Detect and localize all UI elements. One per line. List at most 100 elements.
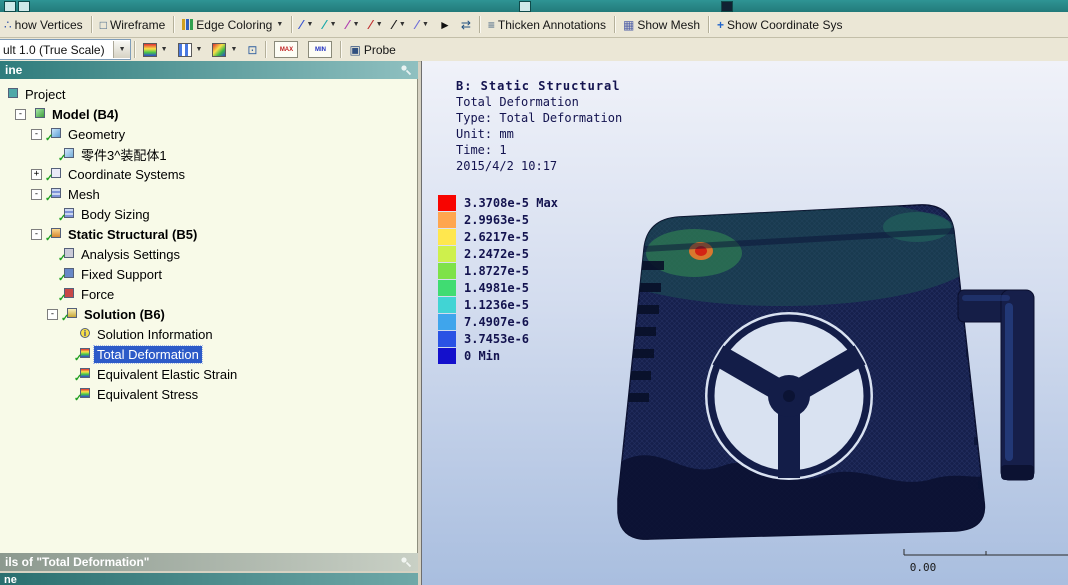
separator	[613, 16, 615, 33]
result-scale-combobox[interactable]: ult 1.0 (True Scale) ▼	[0, 39, 131, 60]
legend-value: 2.9963e-5	[464, 212, 530, 227]
tree-item-total-deformation[interactable]: ✓ Total Deformation	[0, 344, 417, 364]
tree-item-geometry[interactable]: - ✓ Geometry	[0, 124, 417, 144]
edge-option-6-button[interactable]: ∕ ▼	[411, 17, 434, 33]
legend-row: 7.4907e-6	[438, 313, 558, 330]
min-flag-icon: MIN	[308, 41, 333, 58]
min-annotation-button[interactable]: MIN	[303, 39, 337, 60]
tree-item-project[interactable]: Project	[0, 84, 417, 104]
tree-item-force[interactable]: ✓ Force	[0, 284, 417, 305]
collapse-expander[interactable]: -	[47, 308, 58, 320]
legend-value: 1.4981e-5	[464, 280, 530, 295]
contour-bands-button[interactable]: ▼	[173, 41, 208, 59]
tree-item-part[interactable]: ✓ 零件3^装配体1	[0, 144, 417, 165]
pin-icon[interactable]	[400, 556, 412, 568]
pin-icon[interactable]	[400, 64, 412, 76]
combo-dropdown-button[interactable]: ▼	[112, 41, 130, 58]
show-coordinate-label: Show Coordinate Sys	[727, 17, 843, 32]
dropdown-arrow-icon: ▼	[329, 21, 337, 28]
dropdown-arrow-icon: ▼	[276, 21, 284, 28]
tree-item-label: Solution (B6)	[84, 306, 165, 322]
tree-item-label: Fixed Support	[81, 266, 162, 282]
legend-swatch	[438, 330, 456, 347]
coordinate-systems-icon: ✓	[45, 167, 62, 184]
tree-item-static-structural[interactable]: - ✓ Static Structural (B5)	[0, 224, 417, 244]
edge-option-1-button[interactable]: ∕ ▼	[295, 17, 318, 33]
legend-value: 3.7453e-6	[464, 331, 530, 346]
legend-value: 7.4907e-6	[464, 314, 530, 329]
direction-arrow-button[interactable]: ►	[434, 17, 456, 33]
tree-item-model[interactable]: - Model (B4)	[0, 104, 417, 124]
tree-item-equivalent-elastic-strain[interactable]: ✓ Equivalent Elastic Strain	[0, 364, 417, 385]
geometry-viewport[interactable]: 0.00 B: Static Structural Total Deformat…	[421, 61, 1068, 585]
legend-value: 2.2472e-5	[464, 246, 530, 261]
collapse-expander[interactable]: -	[31, 188, 42, 200]
tree-item-coordinate-systems[interactable]: + ✓ Coordinate Systems	[0, 164, 417, 184]
separator	[708, 16, 710, 33]
legend-row: 0 Min	[438, 347, 558, 364]
wireframe-label: Wireframe	[109, 17, 166, 32]
scoping-button[interactable]: ⊡	[242, 42, 262, 58]
probe-icon: ▣	[349, 42, 361, 57]
annotation-line: Total Deformation	[456, 95, 579, 109]
annotation-line: 2015/4/2 10:17	[456, 159, 558, 173]
tree-item-equivalent-stress[interactable]: ✓ Equivalent Stress	[0, 384, 417, 405]
dropdown-arrow-icon: ▼	[422, 21, 429, 28]
expand-expander[interactable]: +	[31, 168, 42, 180]
legend-value: 1.8727e-5	[464, 263, 530, 278]
edge-option-5-button[interactable]: ∕ ▼	[388, 17, 411, 33]
probe-button[interactable]: ▣ Probe	[344, 41, 400, 59]
collapse-expander[interactable]: -	[31, 128, 42, 140]
tree-item-solution[interactable]: - ✓ Solution (B6)	[0, 304, 417, 324]
dropdown-arrow-icon: ▼	[160, 46, 168, 53]
legend-row: 1.1236e-5	[438, 296, 558, 313]
tree-item-label: Coordinate Systems	[68, 166, 186, 182]
collapse-expander[interactable]: -	[31, 228, 42, 240]
dropdown-arrow-icon: ▼	[118, 46, 126, 53]
separator	[291, 16, 293, 33]
edge-coloring-label: Edge Coloring	[196, 17, 273, 32]
dropdown-arrow-icon: ▼	[230, 46, 238, 53]
tree-item-label: Body Sizing	[81, 206, 150, 222]
edge-option-4-button[interactable]: ∕ ▼	[365, 17, 388, 33]
tree-item-label: Analysis Settings	[81, 246, 180, 262]
edge-coloring-button[interactable]: Edge Coloring ▼	[177, 16, 288, 34]
dropdown-arrow-icon: ▼	[352, 21, 360, 28]
tree-item-fixed-support[interactable]: ✓ Fixed Support	[0, 264, 417, 285]
fixed-support-icon: ✓	[58, 267, 75, 284]
tree-item-label: Static Structural (B5)	[68, 226, 198, 242]
annotation-line: Unit: mm	[456, 127, 514, 141]
details-header-label: ils of "Total Deformation"	[5, 555, 150, 569]
thicken-annotations-button[interactable]: ≡ Thicken Annotations	[483, 16, 611, 34]
legend-row: 2.6217e-5	[438, 228, 558, 245]
edges-display-cube-icon	[212, 42, 227, 57]
edge-option-3-button[interactable]: ∕ ▼	[342, 17, 365, 33]
tree-item-solution-information[interactable]: i Solution Information	[0, 324, 417, 344]
legend-swatch	[438, 194, 456, 211]
collapse-expander[interactable]: -	[15, 108, 26, 120]
tree-item-body-sizing[interactable]: ✓ Body Sizing	[0, 204, 417, 225]
contour-bands-icon	[177, 42, 192, 57]
ruler-zero-label: 0.00	[910, 561, 937, 574]
geometry-display-button[interactable]: ▼	[138, 41, 173, 59]
swap-edges-button[interactable]: ⇄	[456, 17, 476, 33]
max-annotation-button[interactable]: MAX	[269, 39, 303, 60]
edges-display-button[interactable]: ▼	[207, 41, 242, 59]
details-panel-header: ils of "Total Deformation"	[0, 553, 418, 571]
dropdown-arrow-icon: ▼	[195, 46, 203, 53]
legend-value: 0 Min	[464, 348, 501, 363]
tree-item-analysis-settings[interactable]: ✓ Analysis Settings	[0, 244, 417, 265]
wireframe-button[interactable]: □ Wireframe	[95, 16, 171, 34]
legend-swatch	[438, 211, 456, 228]
show-mesh-button[interactable]: ▦ Show Mesh	[618, 16, 705, 34]
scoping-icon: ⊡	[247, 42, 258, 57]
bottom-panel-strip: ne	[0, 573, 418, 585]
vertices-icon: ∴	[4, 17, 12, 32]
show-vertices-button[interactable]: ∴ how Vertices	[0, 16, 88, 34]
show-coordinate-systems-button[interactable]: + Show Coordinate Sys	[712, 16, 847, 34]
mesh-icon: ✓	[45, 187, 62, 204]
edge-option-2-button[interactable]: ∕ ▼	[318, 17, 341, 33]
static-structural-icon: ✓	[45, 227, 62, 244]
tree-item-mesh[interactable]: - ✓ Mesh	[0, 184, 417, 204]
outline-panel: ine Project - Model (B4) - ✓ Geometry ✓ …	[0, 61, 418, 585]
